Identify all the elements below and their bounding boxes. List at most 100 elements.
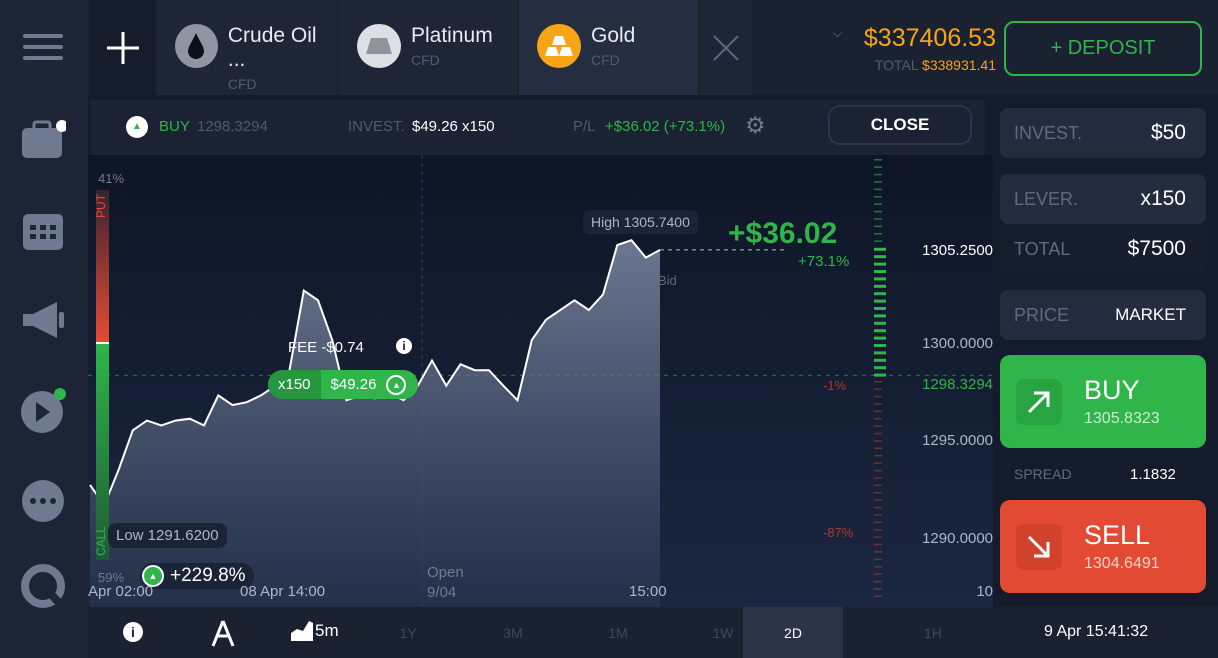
volume-tick [874,188,882,191]
calendar-icon[interactable] [20,207,66,253]
buy-label: BUY [1084,375,1140,405]
invest-label: INVEST. [348,118,405,135]
total-label: TOTAL [1014,239,1071,259]
volume-tick [874,469,882,472]
volume-tick [874,366,886,370]
current-open-price: 1298.3294 [922,376,993,393]
add-asset-button[interactable] [90,0,155,95]
volume-tick [874,395,882,398]
interval-label: 5m [315,621,339,640]
open-position-bar: ▲ BUY 1298.3294 INVEST. $49.26 x150 P/L … [90,100,985,155]
volume-tick [874,447,882,450]
arrow-up-icon: ▲ [126,116,148,138]
volume-label: 10 [976,583,993,600]
volume-tick [874,321,886,325]
tab-sub: CFD [227,76,257,92]
buy-price: 1305.8323 [1084,410,1160,427]
tab-crude-oil[interactable]: Crude Oil ... CFD [157,0,337,95]
x-tick-open: Open 9/04 [427,564,464,601]
megaphone-icon[interactable] [20,297,66,343]
platinum-bar-icon [357,24,401,68]
area-chart-icon [291,621,313,641]
menu-icon[interactable] [20,24,66,70]
profit-percent: +73.1% [798,253,850,270]
low-label: Low 1291.6200 [108,523,227,548]
volume-tick [874,255,886,259]
badge-multiplier: x150 [268,370,321,399]
volume-tick [874,203,882,205]
drawing-tools-icon[interactable] [210,619,236,652]
period-2d[interactable]: 2D [743,607,843,658]
spread-label: SPREAD [1014,466,1072,482]
spread-value: 1.1832 [1130,466,1176,483]
invest-value: $49.26 x150 [412,118,495,135]
trade-gain-badge[interactable]: ▲ +229.8% [140,563,254,589]
volume-tick [874,314,886,318]
period-3m[interactable]: 3M [463,607,563,658]
volume-tick [874,477,882,479]
volume-tick [874,196,882,198]
volume-tick [874,225,882,228]
gear-icon[interactable]: ⚙ [745,112,766,139]
high-label: High 1305.7400 [583,210,698,234]
volume-tick [874,440,882,442]
volume-tick [874,425,882,427]
price-chart[interactable]: 41% 59% PUT CALL High 1305.7400 Low 1291… [88,155,993,607]
volume-tick [874,514,882,516]
volume-tick [874,573,882,575]
period-1y[interactable]: 1Y [358,607,458,658]
deposit-button[interactable]: + DEPOSIT [1004,21,1202,76]
volume-tick [874,521,882,524]
volume-tick [874,159,882,161]
info-icon[interactable]: i [123,622,143,642]
invest-field[interactable]: INVEST. $50 [1000,108,1206,158]
leverage-field[interactable]: LEVER. x150 [1000,174,1206,224]
profit-amount: +$36.02 [728,217,838,250]
info-icon[interactable]: i [396,338,412,354]
volume-tick [874,558,882,561]
volume-tick [874,307,886,310]
price-area [90,240,660,607]
volume-tick [874,299,886,303]
volume-tick [874,270,886,273]
volume-tick [874,580,882,583]
arrow-up-right-icon [1016,379,1062,425]
account-balance[interactable]: $337406.53 [864,24,996,53]
period-1h[interactable]: 1H [883,607,983,658]
pct-minus-1: -1% [823,378,847,393]
y-axis: 1305.2500 1300.0000 1298.3294 1295.0000 … [898,155,993,607]
volume-tick [874,358,886,362]
close-tab-button[interactable] [700,0,752,95]
tab-gold[interactable]: Gold CFD [519,0,698,95]
arrow-up-icon: ▲ [386,374,407,395]
total-value: $7500 [1127,237,1186,260]
support-icon[interactable] [20,563,66,609]
price-label: PRICE [1014,305,1070,325]
gold-bars-icon [537,24,581,68]
sell-button[interactable]: SELL 1304.6491 [1000,500,1206,593]
sentiment-bar: PUT CALL [94,190,109,560]
plus-icon [106,31,139,64]
put-percent: 41% [98,171,125,186]
close-icon [713,34,739,61]
invest-value: $50 [1150,121,1186,144]
close-position-button[interactable]: CLOSE [828,105,972,145]
position-badge[interactable]: x150 $49.26 ▲ [268,370,418,399]
call-label: CALL [94,525,108,556]
volume-tick [874,262,886,266]
chevron-down-icon[interactable]: ⌵ [833,26,842,41]
video-icon[interactable] [20,387,66,433]
chat-icon[interactable] [20,478,66,524]
current-datetime: 9 Apr 15:41:32 [1044,623,1149,640]
badge-amount: $49.26 [330,376,377,393]
oil-drop-icon [175,24,218,68]
buy-button[interactable]: BUY 1305.8323 [1000,355,1206,448]
volume-tick [874,484,882,487]
tab-platinum[interactable]: Platinum CFD [339,0,517,95]
period-1m[interactable]: 1M [568,607,668,658]
price-field[interactable]: PRICE MARKET [1000,290,1206,340]
portfolio-icon[interactable] [20,117,66,163]
chart-type-button[interactable]: 5m [291,621,339,641]
pl-value: +$36.02 (+73.1%) [605,118,726,135]
trade-gain: +229.8% [170,565,246,586]
